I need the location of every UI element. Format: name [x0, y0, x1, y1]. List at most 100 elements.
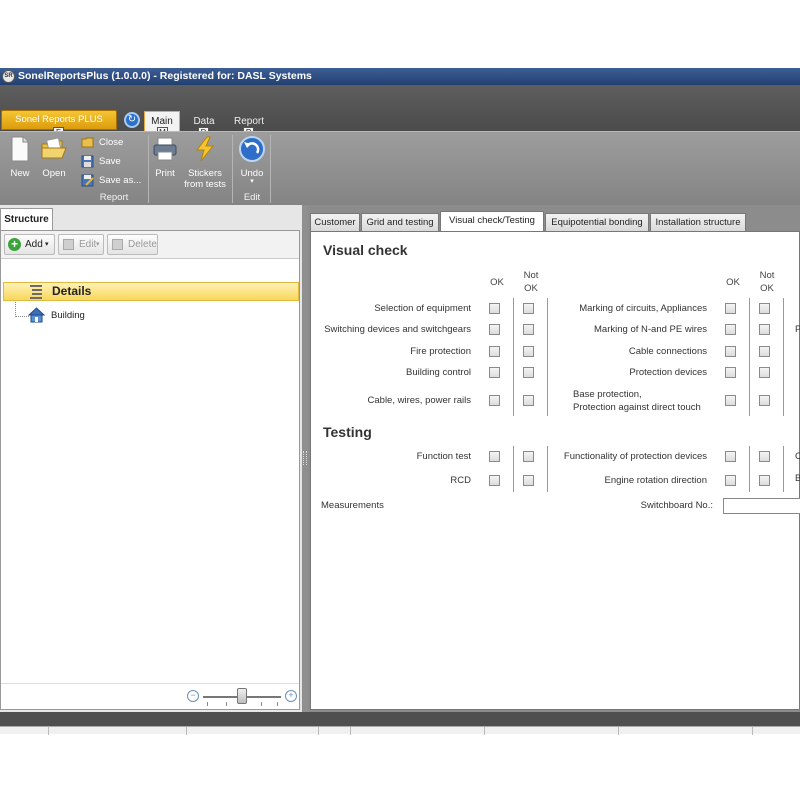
- undo-button[interactable]: Undo ▾: [235, 134, 269, 185]
- undo-icon: [239, 136, 265, 162]
- tab-equipotential-bonding[interactable]: Equipotential bonding: [545, 213, 649, 231]
- save-as-button[interactable]: Save as...: [80, 172, 141, 189]
- window-title: SonelReportsPlus (1.0.0.0) - Registered …: [18, 70, 312, 82]
- ribbon-tab-row: Sonel Reports PLUS F ↻ Main M Data D Rep…: [0, 85, 800, 138]
- checkbox-not-ok[interactable]: [523, 324, 534, 335]
- col-header-not-ok: OK: [524, 283, 538, 294]
- checkbox-ok[interactable]: [489, 324, 500, 335]
- checkbox-ok[interactable]: [725, 303, 736, 314]
- check-label: Cable, wires, power rails: [367, 395, 471, 406]
- zoom-bar: − +: [1, 683, 299, 709]
- column-separator: [513, 446, 514, 492]
- save-button[interactable]: Save: [80, 153, 121, 170]
- checkbox-not-ok[interactable]: [759, 324, 770, 335]
- open-button[interactable]: Open: [38, 134, 70, 179]
- checkbox-not-ok[interactable]: [523, 395, 534, 406]
- checkbox-not-ok[interactable]: [523, 451, 534, 462]
- checkbox-not-ok[interactable]: [523, 303, 534, 314]
- edit-button[interactable]: Edit ▾: [58, 234, 104, 255]
- new-label: New: [10, 168, 30, 179]
- tree-item-building[interactable]: Building: [51, 310, 85, 322]
- open-folder-icon: [41, 137, 67, 159]
- add-button[interactable]: + Add ▾: [4, 234, 55, 255]
- check-label: Fire protection: [410, 346, 471, 357]
- open-label: Open: [42, 168, 66, 179]
- checkbox-not-ok[interactable]: [523, 346, 534, 357]
- tab-grid-and-testing[interactable]: Grid and testing: [361, 213, 439, 231]
- new-document-icon: [11, 136, 29, 162]
- delete-button[interactable]: Delete: [107, 234, 158, 255]
- zoom-out-icon[interactable]: −: [187, 690, 199, 702]
- tab-customer[interactable]: Customer: [310, 213, 360, 231]
- structure-tree: Details Building: [1, 259, 299, 669]
- refresh-icon[interactable]: ↻: [124, 112, 140, 128]
- cut-off-label: B: [795, 473, 800, 484]
- check-label: Marking of N-and PE wires: [594, 324, 707, 335]
- lightning-icon: [195, 136, 215, 162]
- edit-dropdown-arrow-icon[interactable]: ▾: [96, 235, 100, 254]
- column-separator: [513, 298, 514, 416]
- measurements-label: Measurements: [321, 500, 384, 511]
- checkbox-not-ok[interactable]: [759, 451, 770, 462]
- stickers-button[interactable]: Stickers from tests: [182, 134, 228, 190]
- check-label: Switching devices and switchgears: [324, 324, 471, 335]
- test-label: Function test: [416, 451, 471, 462]
- checkbox-not-ok[interactable]: [759, 475, 770, 486]
- splitter-grip-icon: [303, 451, 307, 465]
- checkbox-ok[interactable]: [489, 395, 500, 406]
- close-button[interactable]: Close: [80, 134, 123, 151]
- zoom-tick: [207, 702, 208, 706]
- delete-icon: [112, 239, 123, 250]
- cut-off-label: P: [795, 324, 800, 335]
- zoom-slider-thumb[interactable]: [237, 688, 247, 704]
- add-icon: +: [8, 238, 21, 251]
- visual-check-title: Visual check: [323, 242, 408, 258]
- checkbox-not-ok[interactable]: [523, 367, 534, 378]
- tab-installation-structure[interactable]: Installation structure: [650, 213, 746, 231]
- checkbox-ok[interactable]: [489, 303, 500, 314]
- checkbox-not-ok[interactable]: [523, 475, 534, 486]
- checkbox-not-ok[interactable]: [759, 395, 770, 406]
- checkbox-ok[interactable]: [489, 475, 500, 486]
- check-label: Cable connections: [628, 346, 707, 357]
- status-separator: [484, 727, 485, 735]
- close-folder-icon: [81, 137, 94, 148]
- edit-icon: [63, 239, 74, 250]
- column-separator: [783, 446, 784, 492]
- print-button[interactable]: Print: [150, 134, 180, 179]
- status-separator: [186, 727, 187, 735]
- structure-panel: Structure + Add ▾ Edit ▾ Delete Details …: [0, 205, 302, 712]
- checkbox-ok[interactable]: [725, 324, 736, 335]
- add-dropdown-arrow-icon[interactable]: ▾: [45, 235, 49, 254]
- ribbon-group-separator: [232, 135, 233, 203]
- building-house-icon: [28, 307, 45, 323]
- checkbox-ok[interactable]: [725, 346, 736, 357]
- checkbox-ok[interactable]: [489, 451, 500, 462]
- tree-line: [15, 316, 29, 317]
- checkbox-not-ok[interactable]: [759, 346, 770, 357]
- checkbox-ok[interactable]: [489, 346, 500, 357]
- zoom-in-icon[interactable]: +: [285, 690, 297, 702]
- status-bar: [0, 726, 800, 735]
- switchboard-number-input[interactable]: [723, 498, 800, 514]
- undo-dropdown-arrow-icon[interactable]: ▾: [235, 178, 269, 185]
- structure-toolbar: + Add ▾ Edit ▾ Delete: [1, 231, 299, 259]
- structure-pane: + Add ▾ Edit ▾ Delete Details Building −…: [0, 230, 300, 710]
- checkbox-ok[interactable]: [725, 475, 736, 486]
- new-button[interactable]: New: [6, 134, 34, 179]
- tab-visual-check-testing[interactable]: Visual check/Testing: [440, 211, 544, 232]
- checkbox-ok[interactable]: [725, 367, 736, 378]
- save-as-label: Save as...: [99, 175, 142, 186]
- checkbox-not-ok[interactable]: [759, 367, 770, 378]
- ribbon: New Open Close Save Save as... Report Pr…: [0, 131, 800, 205]
- column-separator: [783, 298, 784, 416]
- checkbox-ok[interactable]: [489, 367, 500, 378]
- checkbox-not-ok[interactable]: [759, 303, 770, 314]
- tree-item-details[interactable]: Details: [3, 282, 299, 301]
- status-separator: [752, 727, 753, 735]
- checkbox-ok[interactable]: [725, 395, 736, 406]
- col-header-ok: OK: [490, 277, 504, 288]
- checkbox-ok[interactable]: [725, 451, 736, 462]
- tab-structure[interactable]: Structure: [0, 208, 53, 231]
- bottom-strip: [0, 712, 800, 726]
